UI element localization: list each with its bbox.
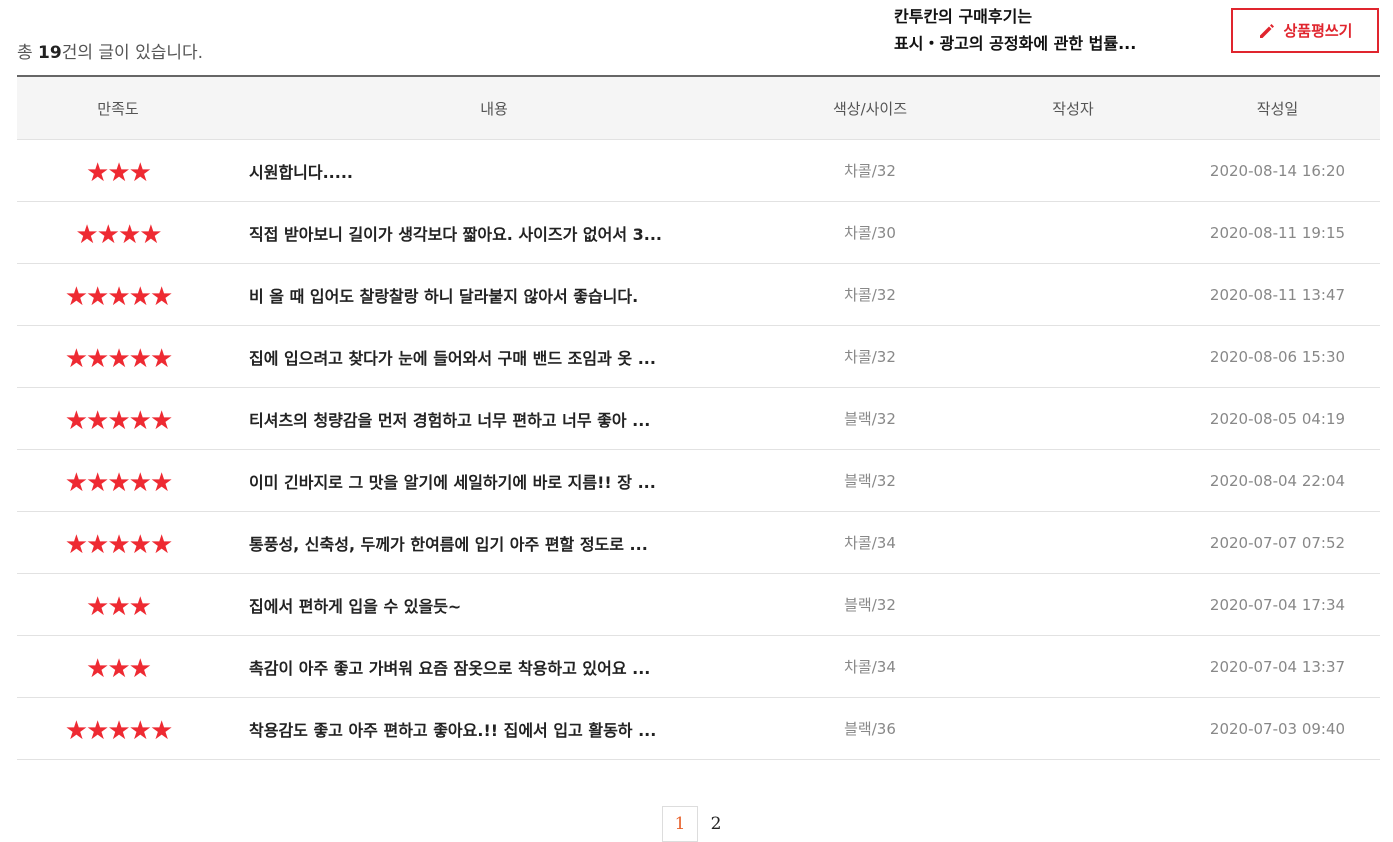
header-writer: 작성자 [971, 76, 1175, 140]
rating-cell: ★★★ [17, 573, 219, 636]
rating-cell: ★★★★★ [17, 697, 219, 760]
writer-cell [971, 387, 1175, 450]
header-content: 내용 [219, 76, 769, 140]
rating-cell: ★★★★★ [17, 263, 219, 326]
rating-cell: ★★★★★ [17, 387, 219, 450]
pagination: 1 2 [662, 806, 734, 842]
option-cell: 블랙/32 [769, 449, 971, 512]
notice-line-2[interactable]: 표시・광고의 공정화에 관한 법률... [894, 30, 1212, 57]
review-content-link[interactable]: 촉감이 아주 좋고 가벼워 요즘 잠옷으로 착용하고 있어요 ... [219, 635, 769, 698]
count-suffix: 건의 글이 있습니다. [61, 43, 204, 63]
writer-cell [971, 263, 1175, 326]
review-count: 19 [38, 43, 62, 63]
review-table: 만족도 내용 색상/사이즈 작성자 작성일 ★★★ 시원합니다..... 차콜/… [17, 75, 1380, 760]
table-row[interactable]: ★★★★★ 비 올 때 입어도 찰랑찰랑 하니 달라붙지 않아서 좋습니다. 차… [17, 263, 1380, 326]
table-row[interactable]: ★★★ 촉감이 아주 좋고 가벼워 요즘 잠옷으로 착용하고 있어요 ... 차… [17, 635, 1380, 698]
review-content-link[interactable]: 착용감도 좋고 아주 편하고 좋아요.!! 집에서 입고 활동하 ... [219, 697, 769, 760]
rating-stars: ★★★★★ [64, 281, 174, 312]
rating-cell: ★★★ [17, 139, 219, 202]
rating-stars: ★★★★★ [64, 343, 174, 374]
rating-stars: ★★★★★ [64, 467, 174, 498]
review-content-link[interactable]: 집에서 편하게 입을 수 있을듯~ [219, 573, 769, 636]
rating-stars: ★★★★ [75, 219, 162, 250]
date-cell: 2020-08-11 13:47 [1175, 263, 1380, 326]
rating-cell: ★★★ [17, 635, 219, 698]
review-content-link[interactable]: 비 올 때 입어도 찰랑찰랑 하니 달라붙지 않아서 좋습니다. [219, 263, 769, 326]
table-row[interactable]: ★★★★ 직접 받아보니 길이가 생각보다 짧아요. 사이즈가 없어서 3...… [17, 201, 1380, 264]
header-rating: 만족도 [17, 76, 219, 140]
table-row[interactable]: ★★★★★ 이미 긴바지로 그 맛을 알기에 세일하기에 바로 지름!! 장 .… [17, 449, 1380, 512]
table-row[interactable]: ★★★★★ 통풍성, 신축성, 두께가 한여름에 입기 아주 편할 정도로 ..… [17, 511, 1380, 574]
writer-cell [971, 697, 1175, 760]
date-cell: 2020-07-03 09:40 [1175, 697, 1380, 760]
review-content-link[interactable]: 통풍성, 신축성, 두께가 한여름에 입기 아주 편할 정도로 ... [219, 511, 769, 574]
rating-stars: ★★★ [86, 653, 152, 684]
rating-cell: ★★★★★ [17, 511, 219, 574]
notice-line-1: 칸투칸의 구매후기는 [894, 7, 1033, 26]
writer-cell [971, 511, 1175, 574]
writer-cell [971, 449, 1175, 512]
count-prefix: 총 [17, 43, 39, 63]
rating-stars: ★★★★★ [64, 715, 174, 746]
review-content-link[interactable]: 집에 입으려고 찾다가 눈에 들어와서 구매 밴드 조임과 옷 ... [219, 325, 769, 388]
page-1-button[interactable]: 1 [662, 806, 698, 842]
review-content-link[interactable]: 직접 받아보니 길이가 생각보다 짧아요. 사이즈가 없어서 3... [219, 201, 769, 264]
review-header: 총 19건의 글이 있습니다. 칸투칸의 구매후기는 표시・광고의 공정화에 관… [0, 0, 1393, 76]
page-2-button[interactable]: 2 [698, 806, 734, 842]
writer-cell [971, 635, 1175, 698]
date-cell: 2020-08-04 22:04 [1175, 449, 1380, 512]
rating-cell: ★★★★★ [17, 449, 219, 512]
date-cell: 2020-08-11 19:15 [1175, 201, 1380, 264]
review-notice[interactable]: 칸투칸의 구매후기는 표시・광고의 공정화에 관한 법률... [894, 3, 1212, 57]
header-date: 작성일 [1175, 76, 1380, 140]
table-row[interactable]: ★★★ 시원합니다..... 차콜/32 2020-08-14 16:20 [17, 139, 1380, 202]
date-cell: 2020-07-04 17:34 [1175, 573, 1380, 636]
review-content-link[interactable]: 이미 긴바지로 그 맛을 알기에 세일하기에 바로 지름!! 장 ... [219, 449, 769, 512]
rating-cell: ★★★★ [17, 201, 219, 264]
review-count-text: 총 19건의 글이 있습니다. [17, 38, 203, 63]
option-cell: 블랙/36 [769, 697, 971, 760]
write-review-button[interactable]: 상품평쓰기 [1231, 8, 1379, 53]
rating-stars: ★★★ [86, 157, 152, 188]
date-cell: 2020-08-14 16:20 [1175, 139, 1380, 202]
option-cell: 차콜/32 [769, 139, 971, 202]
option-cell: 차콜/30 [769, 201, 971, 264]
option-cell: 차콜/32 [769, 325, 971, 388]
option-cell: 차콜/32 [769, 263, 971, 326]
option-cell: 차콜/34 [769, 511, 971, 574]
option-cell: 블랙/32 [769, 387, 971, 450]
rating-cell: ★★★★★ [17, 325, 219, 388]
option-cell: 차콜/34 [769, 635, 971, 698]
writer-cell [971, 201, 1175, 264]
pencil-icon [1260, 23, 1275, 38]
table-row[interactable]: ★★★★★ 티셔츠의 청량감을 먼저 경험하고 너무 편하고 너무 좋아 ...… [17, 387, 1380, 450]
table-row[interactable]: ★★★ 집에서 편하게 입을 수 있을듯~ 블랙/32 2020-07-04 1… [17, 573, 1380, 636]
option-cell: 블랙/32 [769, 573, 971, 636]
date-cell: 2020-07-04 13:37 [1175, 635, 1380, 698]
writer-cell [971, 573, 1175, 636]
writer-cell [971, 139, 1175, 202]
write-review-label: 상품평쓰기 [1283, 22, 1353, 40]
date-cell: 2020-07-07 07:52 [1175, 511, 1380, 574]
table-row[interactable]: ★★★★★ 착용감도 좋고 아주 편하고 좋아요.!! 집에서 입고 활동하 .… [17, 697, 1380, 760]
header-option: 색상/사이즈 [769, 76, 971, 140]
writer-cell [971, 325, 1175, 388]
rating-stars: ★★★ [86, 591, 152, 622]
date-cell: 2020-08-05 04:19 [1175, 387, 1380, 450]
rating-stars: ★★★★★ [64, 405, 174, 436]
table-row[interactable]: ★★★★★ 집에 입으려고 찾다가 눈에 들어와서 구매 밴드 조임과 옷 ..… [17, 325, 1380, 388]
review-content-link[interactable]: 티셔츠의 청량감을 먼저 경험하고 너무 편하고 너무 좋아 ... [219, 387, 769, 450]
review-content-link[interactable]: 시원합니다..... [219, 139, 769, 202]
table-header-row: 만족도 내용 색상/사이즈 작성자 작성일 [17, 76, 1380, 140]
rating-stars: ★★★★★ [64, 529, 174, 560]
date-cell: 2020-08-06 15:30 [1175, 325, 1380, 388]
